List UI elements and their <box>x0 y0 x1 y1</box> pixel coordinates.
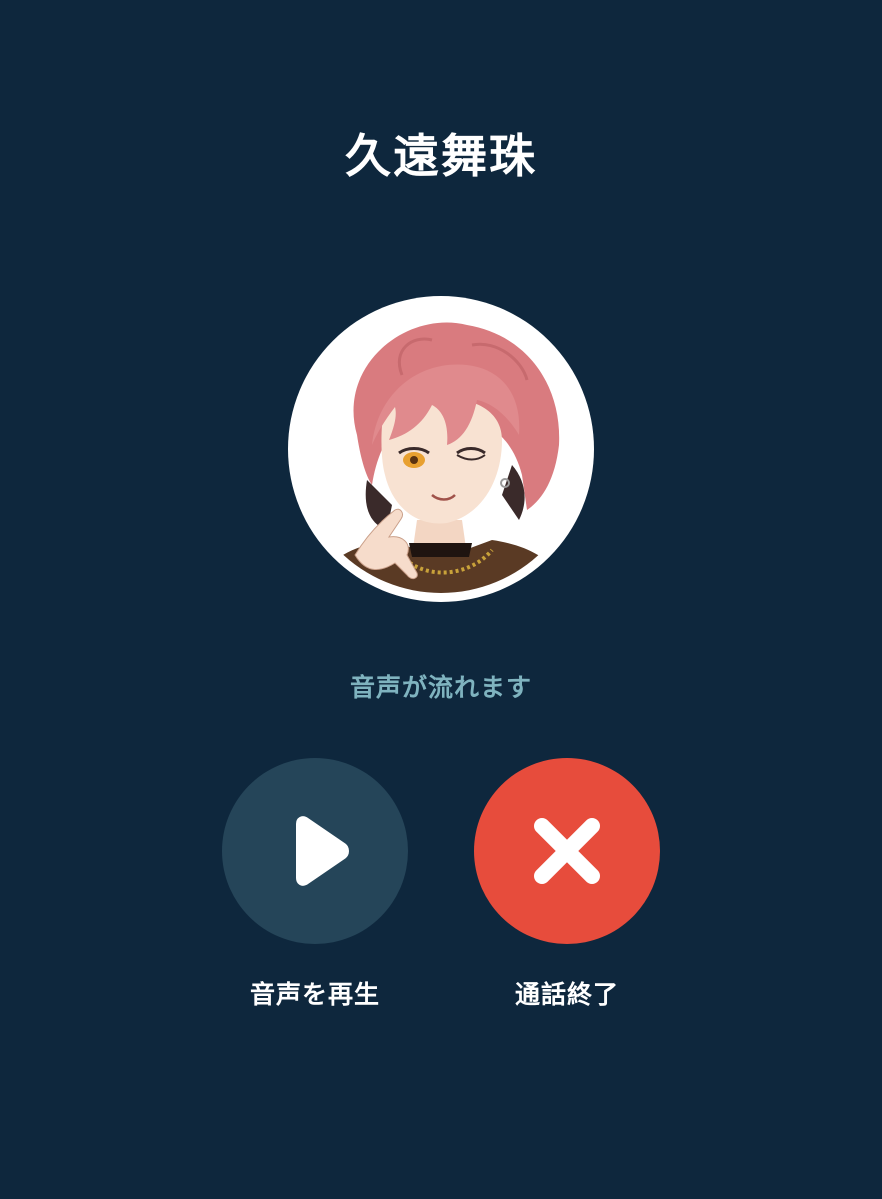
end-call-button[interactable] <box>474 758 660 944</box>
play-icon <box>296 816 349 886</box>
play-audio-button[interactable] <box>222 758 408 944</box>
play-audio-label: 音声を再生 <box>249 980 380 1009</box>
avatar-illustration <box>297 305 585 593</box>
status-message: 音声が流れます <box>349 673 532 702</box>
avatar <box>297 305 585 593</box>
end-call-label: 通話終了 <box>514 980 619 1009</box>
avatar-ring <box>288 296 594 602</box>
incoming-call-screen: 久遠舞珠 音声が流れます 音声を再生 通話終了 <box>0 0 882 1199</box>
caller-name: 久遠舞珠 <box>345 129 537 183</box>
close-icon <box>534 818 600 884</box>
